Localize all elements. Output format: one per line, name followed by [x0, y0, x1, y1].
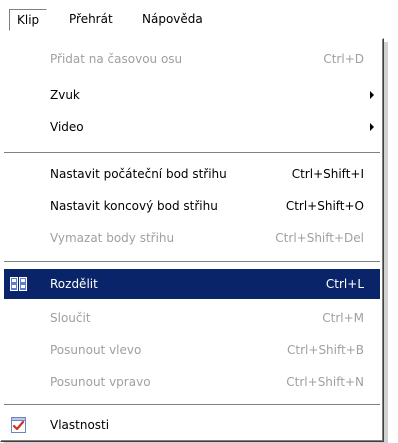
menu-item-merge[interactable]: Sloučit Ctrl+M: [4, 303, 380, 333]
menu-item-shortcut: Ctrl+M: [322, 311, 364, 325]
menu-napoveda[interactable]: Nápověda: [135, 9, 210, 31]
menu-item-shortcut: Ctrl+Shift+B: [287, 343, 364, 357]
menu-separator: [4, 261, 380, 263]
menu-item-label: Posunout vpravo: [50, 375, 151, 389]
menu-item-set-start-trim[interactable]: Nastavit počáteční bod střihu Ctrl+Shift…: [4, 159, 380, 189]
menu-item-set-end-trim[interactable]: Nastavit koncový bod střihu Ctrl+Shift+O: [4, 191, 380, 221]
menu-item-shortcut: Ctrl+L: [325, 277, 364, 291]
menu-item-label: Posunout vlevo: [50, 343, 142, 357]
menu-shadow-right: [384, 42, 388, 442]
menu-prehrat[interactable]: Přehrát: [62, 9, 120, 31]
menu-item-shortcut: Ctrl+Shift+Del: [275, 231, 364, 245]
menu-item-audio[interactable]: Zvuk: [4, 80, 380, 110]
menu-item-shortcut: Ctrl+Shift+N: [286, 375, 364, 389]
menu-item-shortcut: Ctrl+D: [323, 52, 364, 66]
menu-item-label: Rozdělit: [50, 277, 98, 291]
menu-item-label: Nastavit počáteční bod střihu: [50, 167, 227, 181]
menu-item-label: Vymazat body střihu: [50, 231, 175, 245]
menu-item-label: Sloučit: [50, 311, 91, 325]
properties-checkmark-icon: [10, 417, 27, 433]
menu-item-split[interactable]: Rozdělit Ctrl+L: [4, 269, 380, 299]
menu-item-label: Zvuk: [50, 88, 80, 102]
menu-item-label: Nastavit koncový bod střihu: [50, 199, 218, 213]
menu-item-shortcut: Ctrl+Shift+O: [285, 199, 364, 213]
menu-item-label: Video: [50, 120, 84, 134]
menu-item-clear-trim[interactable]: Vymazat body střihu Ctrl+Shift+Del: [4, 223, 380, 253]
menubar: Klip Přehrát Nápověda: [0, 0, 398, 38]
klip-dropdown-menu: Přidat na časovou osu Ctrl+D Zvuk Video …: [0, 38, 384, 442]
menu-item-properties[interactable]: Vlastnosti: [4, 410, 380, 440]
submenu-arrow-icon: [370, 123, 374, 131]
menu-item-nudge-right[interactable]: Posunout vpravo Ctrl+Shift+N: [4, 367, 380, 397]
submenu-arrow-icon: [370, 91, 374, 99]
menu-item-video[interactable]: Video: [4, 112, 380, 142]
menu-item-add-to-timeline[interactable]: Přidat na časovou osu Ctrl+D: [4, 44, 380, 74]
menu-item-label: Přidat na časovou osu: [50, 52, 183, 66]
menu-item-nudge-left[interactable]: Posunout vlevo Ctrl+Shift+B: [4, 335, 380, 365]
menu-klip[interactable]: Klip: [9, 9, 48, 31]
menu-separator: [4, 152, 380, 154]
split-clip-icon: [10, 276, 27, 292]
menu-item-label: Vlastnosti: [50, 418, 110, 432]
menu-separator: [4, 404, 380, 406]
menu-item-shortcut: Ctrl+Shift+I: [291, 167, 364, 181]
